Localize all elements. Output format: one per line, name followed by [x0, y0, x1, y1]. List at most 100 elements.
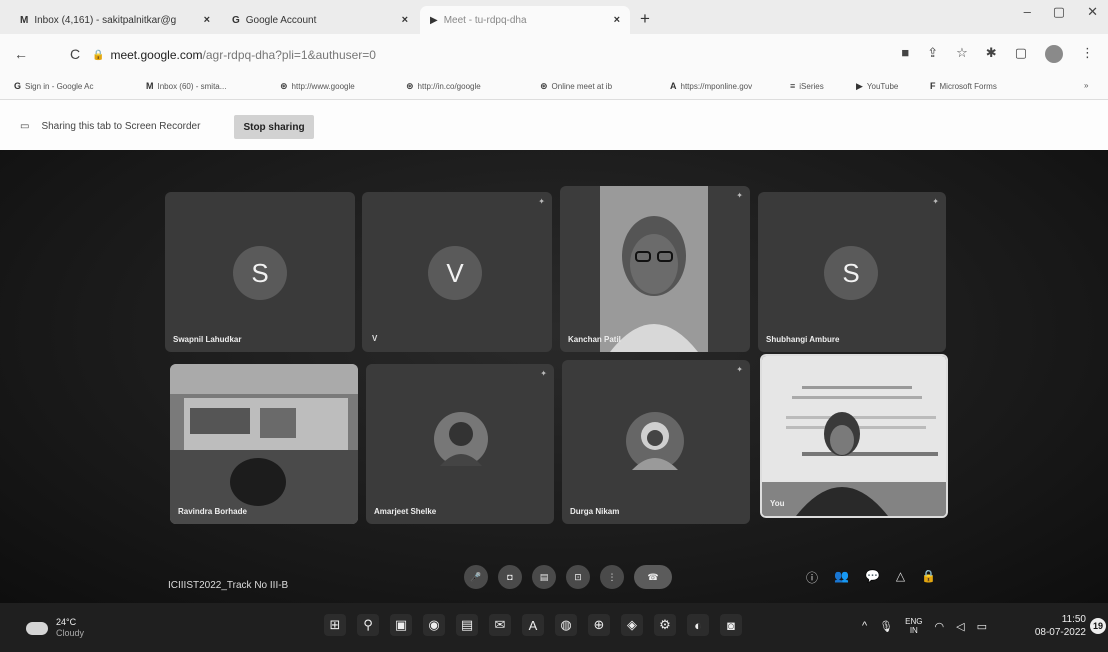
pin-icon[interactable]: ✦ — [736, 191, 743, 200]
bookmark-item[interactable]: ⊛ http://www.google — [280, 81, 355, 92]
camera-button[interactable]: ◘ — [498, 565, 522, 589]
bookmark-item[interactable]: ⊛ Online meet at ib — [540, 81, 612, 92]
tab-sharing-bar: ▭ Sharing this tab to Screen Recorder St… — [0, 100, 1108, 150]
language-code: ENG — [905, 617, 923, 626]
reload-icon[interactable]: C — [70, 46, 80, 62]
google-icon: G — [232, 14, 240, 26]
menu-icon[interactable]: ⋮ — [1081, 45, 1094, 63]
tab-google-account[interactable]: G Google Account × — [222, 6, 418, 34]
participant-avatar: S — [233, 246, 287, 300]
new-tab-button[interactable]: + — [640, 9, 650, 29]
start-icon[interactable]: ⊞ — [324, 614, 346, 636]
participant-tile[interactable]: ✦ Amarjeet Shelke — [366, 364, 554, 524]
profile-avatar[interactable] — [1045, 45, 1063, 63]
bookmark-item[interactable]: F Microsoft Forms — [930, 81, 997, 91]
meet-video-grid: S Swapnil Lahudkar ✦ V ✦ Kanchan Patil ✦… — [0, 150, 1108, 603]
pin-icon[interactable]: ✦ — [538, 197, 545, 206]
participant-tile[interactable]: S Swapnil Lahudkar — [165, 192, 355, 352]
people-icon[interactable]: 👥 — [834, 569, 849, 586]
captions-button[interactable]: ▤ — [532, 565, 556, 589]
window-controls: – ▢ ✕ — [1024, 4, 1098, 20]
list-icon: ≡ — [790, 81, 796, 91]
app-icon[interactable]: ◐ — [687, 614, 709, 636]
participant-avatar: S — [824, 246, 878, 300]
maximize-icon[interactable]: ▢ — [1053, 4, 1065, 20]
pin-icon[interactable]: ✦ — [932, 197, 939, 206]
back-arrow-icon[interactable]: ← — [14, 46, 28, 62]
browser-icon[interactable]: ⊕ — [588, 614, 610, 636]
sidebar-icon[interactable]: ▢ — [1015, 45, 1027, 63]
clock[interactable]: 11:50 08-07-2022 — [1035, 613, 1086, 639]
close-tab-icon[interactable]: × — [614, 14, 620, 26]
participant-avatar — [434, 412, 488, 466]
chat-app-icon[interactable]: ◉ — [423, 614, 445, 636]
weather-widget[interactable]: 24°C Cloudy — [26, 617, 84, 639]
minimize-icon[interactable]: – — [1024, 4, 1031, 20]
bookmark-label: iSeries — [799, 81, 824, 91]
bookmarks-overflow-icon[interactable]: » — [1084, 81, 1088, 90]
participant-tile[interactable]: ✦ Kanchan Patil — [560, 186, 750, 352]
gmail-icon: M — [146, 81, 154, 91]
bookmark-label: Microsoft Forms — [939, 81, 997, 91]
notification-badge[interactable]: 19 — [1090, 618, 1106, 634]
mic-tray-icon[interactable]: 🎙 — [879, 620, 893, 633]
participant-tile[interactable]: ✦ Durga Nikam — [562, 360, 750, 524]
host-controls-icon[interactable]: 🔒 — [921, 569, 936, 586]
bookmark-item[interactable]: ≡ iSeries — [790, 81, 824, 91]
settings-icon[interactable]: ⚙ — [654, 614, 676, 636]
participant-tile[interactable]: ✦ V — [362, 192, 552, 352]
temperature: 24°C — [56, 617, 77, 627]
star-icon[interactable]: ☆ — [956, 45, 968, 63]
camera-app-icon[interactable]: ◙ — [720, 614, 742, 636]
language-indicator[interactable]: ENG IN — [905, 617, 922, 635]
whatsapp-icon[interactable]: ◈ — [621, 614, 643, 636]
participant-avatar — [626, 412, 684, 470]
pdf-reader-icon[interactable]: A — [522, 614, 544, 636]
mail-icon[interactable]: ✉ — [489, 614, 511, 636]
info-icon[interactable]: ⓘ — [806, 569, 818, 586]
share-icon[interactable]: ⇪ — [927, 45, 938, 63]
file-explorer-icon[interactable]: ▤ — [456, 614, 478, 636]
search-icon[interactable]: ⚲ — [357, 614, 379, 636]
present-button[interactable]: ⊡ — [566, 565, 590, 589]
participant-video — [600, 186, 708, 352]
chrome-icon[interactable]: ◍ — [555, 614, 577, 636]
bookmark-item[interactable]: ⊛ http://in.co/google — [406, 81, 481, 92]
lock-icon: 🔒 — [92, 49, 105, 61]
youtube-icon: ▶ — [856, 81, 863, 91]
task-view-icon[interactable]: ▣ — [390, 614, 412, 636]
microphone-button[interactable]: 🎤 — [464, 565, 488, 589]
participant-name: Durga Nikam — [570, 507, 620, 516]
close-tab-icon[interactable]: × — [402, 14, 408, 26]
participant-name: Amarjeet Shelke — [374, 507, 437, 516]
tab-gmail-inbox[interactable]: M Inbox (4,161) - sakitpalnitkar@g × — [10, 6, 220, 34]
address-bar[interactable]: 🔒 meet.google.com /agr-rdpq-dha?pli=1&au… — [92, 42, 376, 68]
windows-taskbar: 24°C Cloudy ⊞ ⚲ ▣ ◉ ▤ ✉ A ◍ ⊕ ◈ ⚙ ◐ ◙ ^ … — [0, 603, 1108, 652]
pin-icon[interactable]: ✦ — [540, 369, 547, 378]
volume-icon[interactable]: ◁ — [956, 620, 964, 633]
weather-condition: Cloudy — [56, 628, 85, 638]
tab-title: Meet - tu-rdpq-dha — [443, 14, 527, 26]
camera-icon[interactable]: ■ — [901, 45, 909, 63]
wifi-icon[interactable]: ◠ — [934, 620, 944, 633]
bookmark-item[interactable]: ▶ YouTube — [856, 81, 898, 92]
time: 11:50 — [1061, 614, 1086, 625]
stop-sharing-button[interactable]: Stop sharing — [234, 115, 314, 139]
tab-google-meet[interactable]: ▶ Meet - tu-rdpq-dha × — [420, 6, 630, 34]
extensions-icon[interactable]: ✱ — [986, 45, 997, 63]
participant-tile[interactable]: Ravindra Borhade — [170, 364, 358, 524]
close-tab-icon[interactable]: × — [204, 14, 210, 26]
close-window-icon[interactable]: ✕ — [1087, 4, 1098, 20]
participant-tile[interactable]: ✦ S Shubhangi Ambure — [758, 192, 946, 352]
battery-icon[interactable]: ▭ — [977, 620, 987, 633]
bookmark-item[interactable]: M Inbox (60) - smita... — [146, 81, 226, 91]
bookmark-item[interactable]: Ahttps://mponline.gov — [670, 81, 752, 91]
pin-icon[interactable]: ✦ — [736, 365, 743, 374]
activities-icon[interactable]: △ — [896, 569, 905, 586]
end-call-button[interactable]: ☎ — [634, 565, 672, 589]
participant-tile-self[interactable]: ••• You — [760, 354, 948, 518]
chat-icon[interactable]: 💬 — [865, 569, 880, 586]
chevron-up-icon[interactable]: ^ — [862, 620, 867, 632]
more-options-button[interactable]: ⋮ — [600, 565, 624, 589]
bookmark-item[interactable]: G Sign in - Google Ac — [14, 81, 94, 91]
